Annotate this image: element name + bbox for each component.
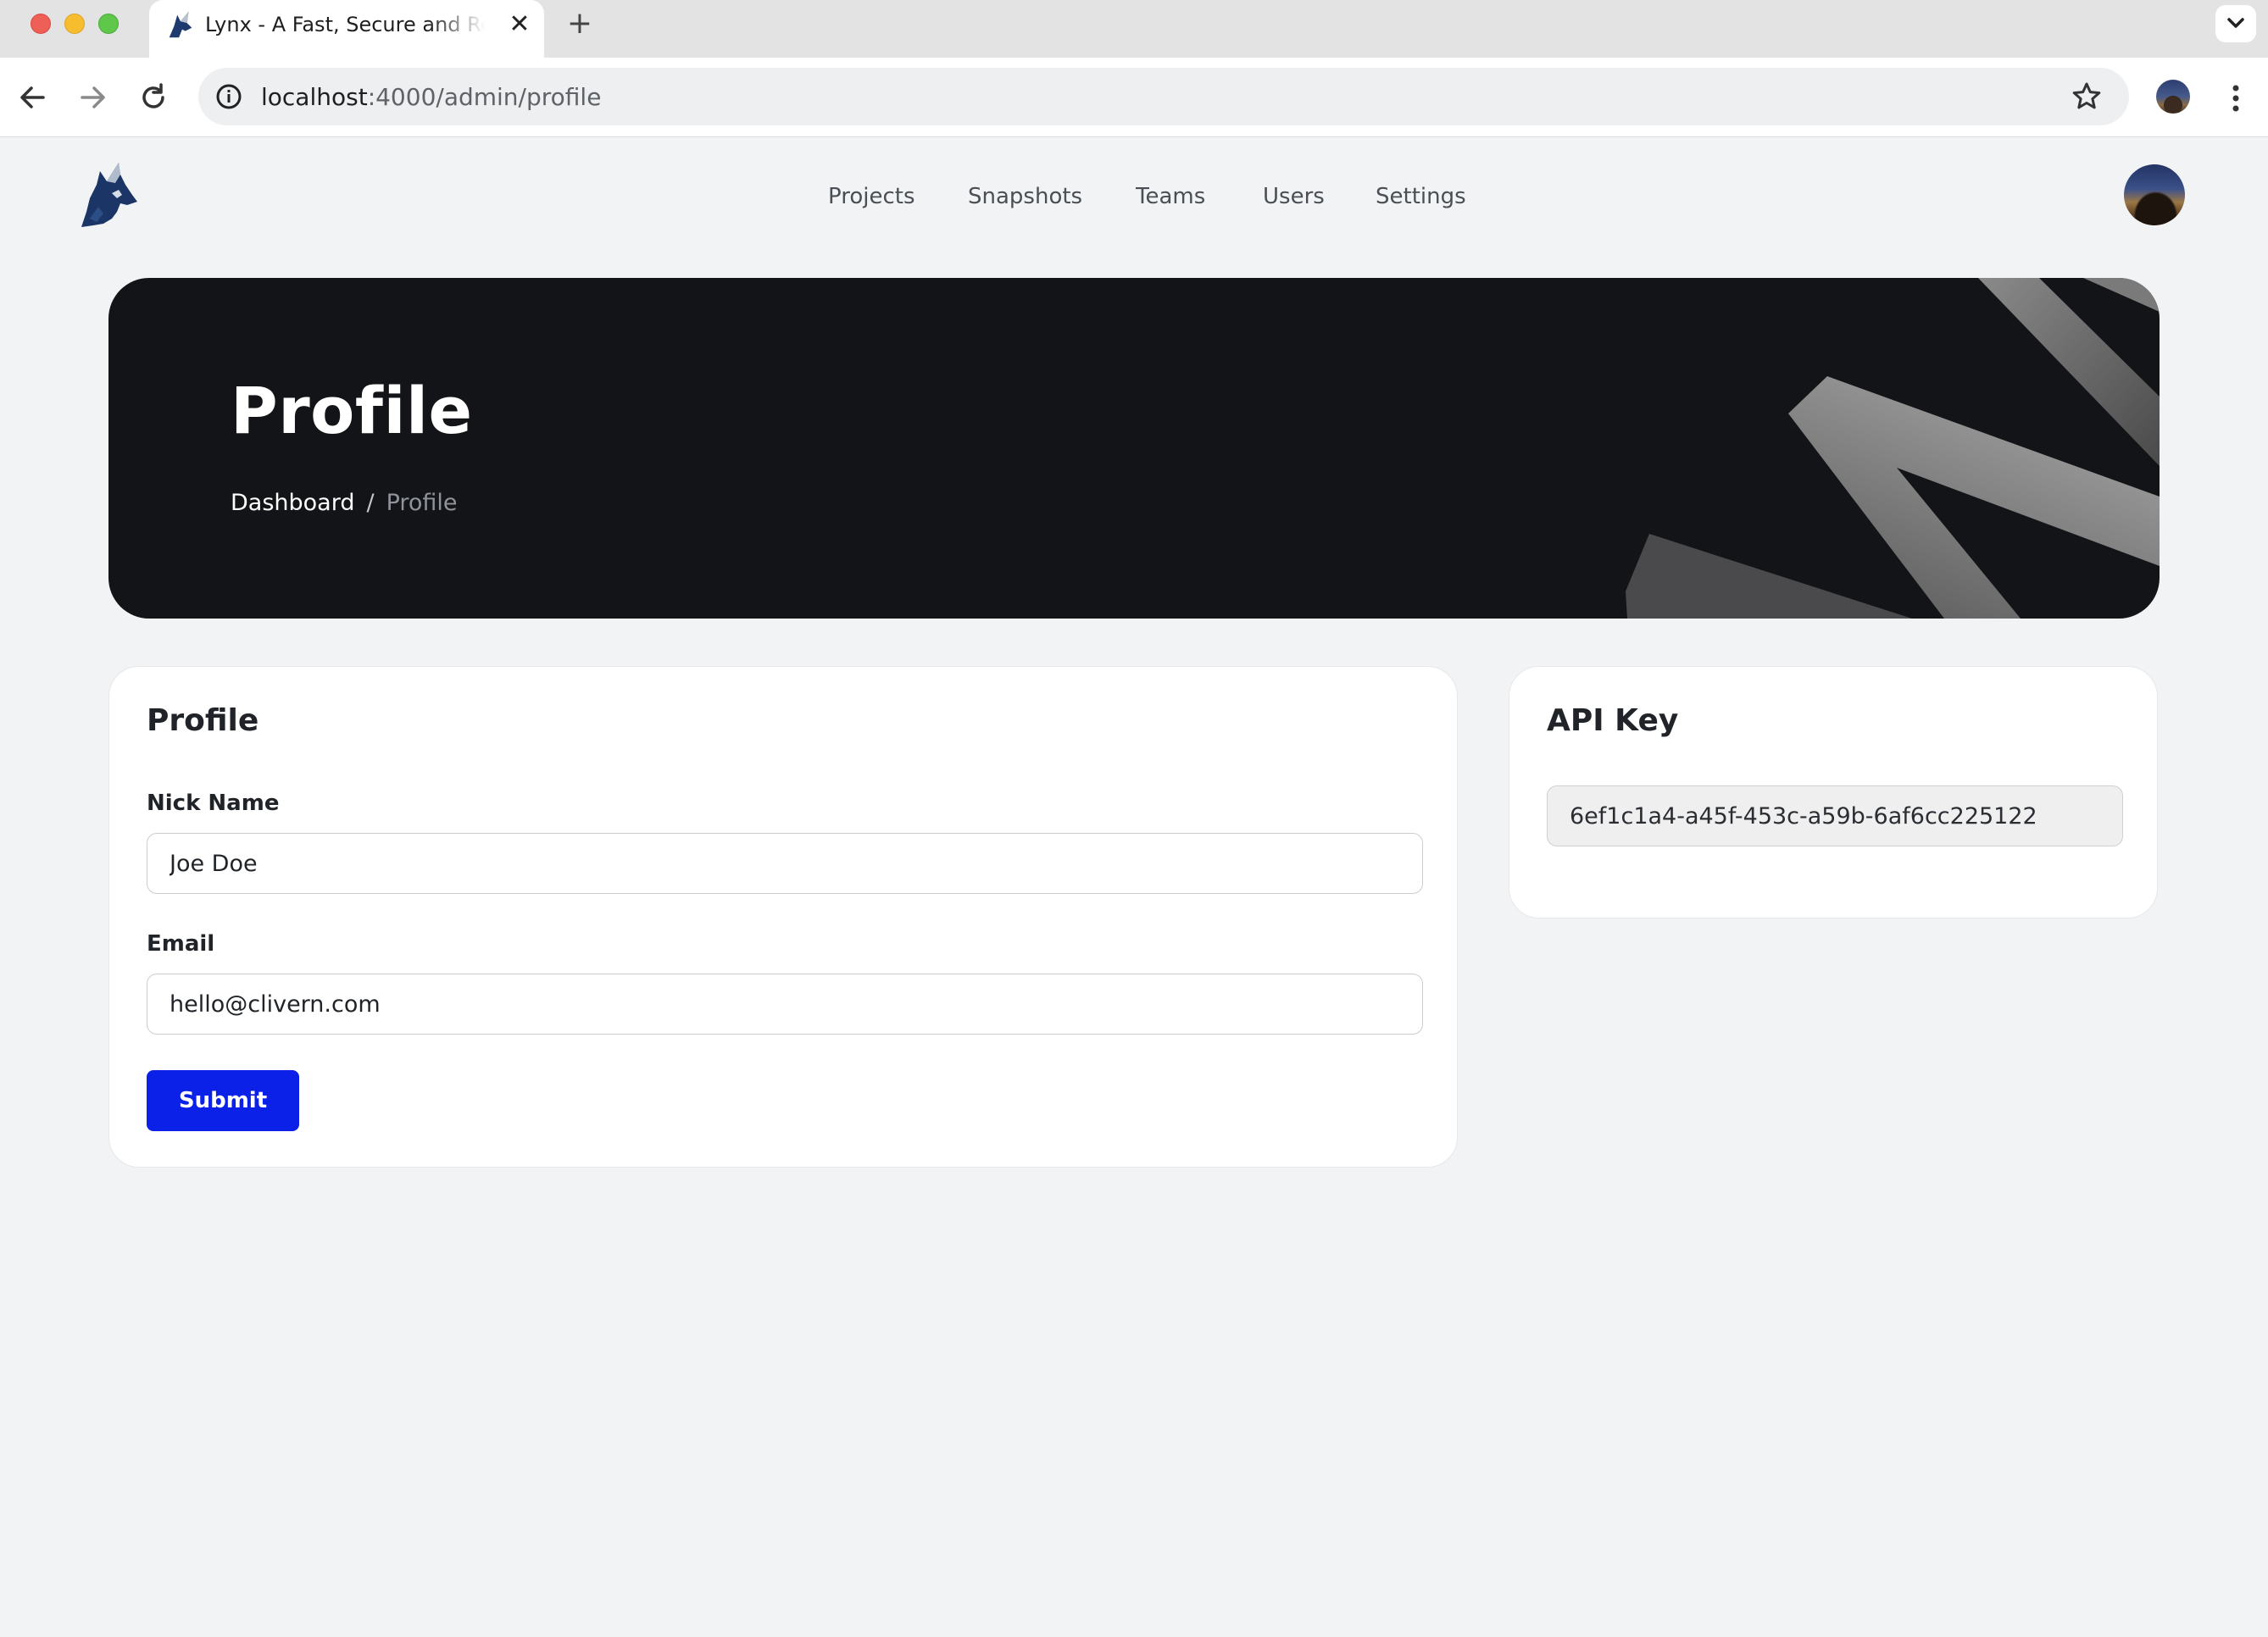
nav-item-users[interactable]: Users [1263, 181, 1325, 212]
window-close-button[interactable] [31, 14, 51, 34]
address-bar[interactable]: localhost:4000/admin/profile [198, 68, 2129, 125]
wolf-favicon-icon [169, 11, 192, 38]
nav-item-projects[interactable]: Projects [828, 181, 915, 212]
close-tab-icon[interactable]: ✕ [505, 10, 534, 39]
profile-card-title: Profile [147, 703, 259, 738]
browser-profile-avatar[interactable] [2156, 80, 2190, 114]
submit-button[interactable]: Submit [147, 1070, 299, 1131]
page-hero: Profile Dashboard / Profile [108, 278, 2160, 619]
api-key-card-title: API Key [1547, 703, 1679, 738]
breadcrumb-dashboard-link[interactable]: Dashboard [231, 490, 354, 516]
reload-icon[interactable] [132, 76, 175, 119]
profile-card: Profile Nick Name Email Submit [108, 666, 1458, 1168]
email-input[interactable] [147, 974, 1423, 1035]
api-key-card: API Key [1509, 666, 2158, 918]
nick-name-input[interactable] [147, 833, 1423, 894]
more-menu-icon[interactable] [2221, 80, 2251, 117]
url-path: :4000/admin/profile [367, 83, 602, 111]
browser-tab-bar: Lynx - A Fast, Secure and Reliable ✕ + [0, 0, 2268, 58]
browser-tab-active[interactable]: Lynx - A Fast, Secure and Reliable ✕ [149, 0, 544, 58]
wolf-logo-icon[interactable] [78, 159, 139, 230]
tab-title: Lynx - A Fast, Secure and Reliable [205, 13, 485, 36]
email-label: Email [147, 931, 215, 957]
breadcrumb: Dashboard / Profile [231, 488, 458, 519]
api-key-field[interactable] [1547, 785, 2123, 846]
breadcrumb-current: Profile [386, 490, 458, 516]
page-title: Profile [231, 373, 473, 448]
nick-name-label: Nick Name [147, 791, 280, 816]
tab-search-button[interactable] [2215, 5, 2256, 42]
browser-toolbar: localhost:4000/admin/profile [0, 58, 2268, 137]
nav-item-teams[interactable]: Teams [1136, 181, 1205, 212]
url-host: localhost [261, 83, 368, 111]
breadcrumb-separator: / [366, 490, 375, 516]
user-avatar[interactable] [2124, 164, 2185, 225]
url-text: localhost:4000/admin/profile [261, 83, 601, 112]
back-arrow-icon[interactable] [12, 76, 54, 119]
nav-item-settings[interactable]: Settings [1376, 181, 1466, 212]
site-info-icon[interactable] [214, 81, 244, 112]
nav-item-snapshots[interactable]: Snapshots [968, 181, 1082, 212]
new-tab-button[interactable]: + [563, 7, 597, 41]
chevron-down-icon [2227, 18, 2244, 28]
bookmark-star-icon[interactable] [2070, 80, 2104, 114]
forward-arrow-icon[interactable] [71, 76, 114, 119]
window-minimize-button[interactable] [64, 14, 85, 34]
window-zoom-button[interactable] [98, 14, 119, 34]
